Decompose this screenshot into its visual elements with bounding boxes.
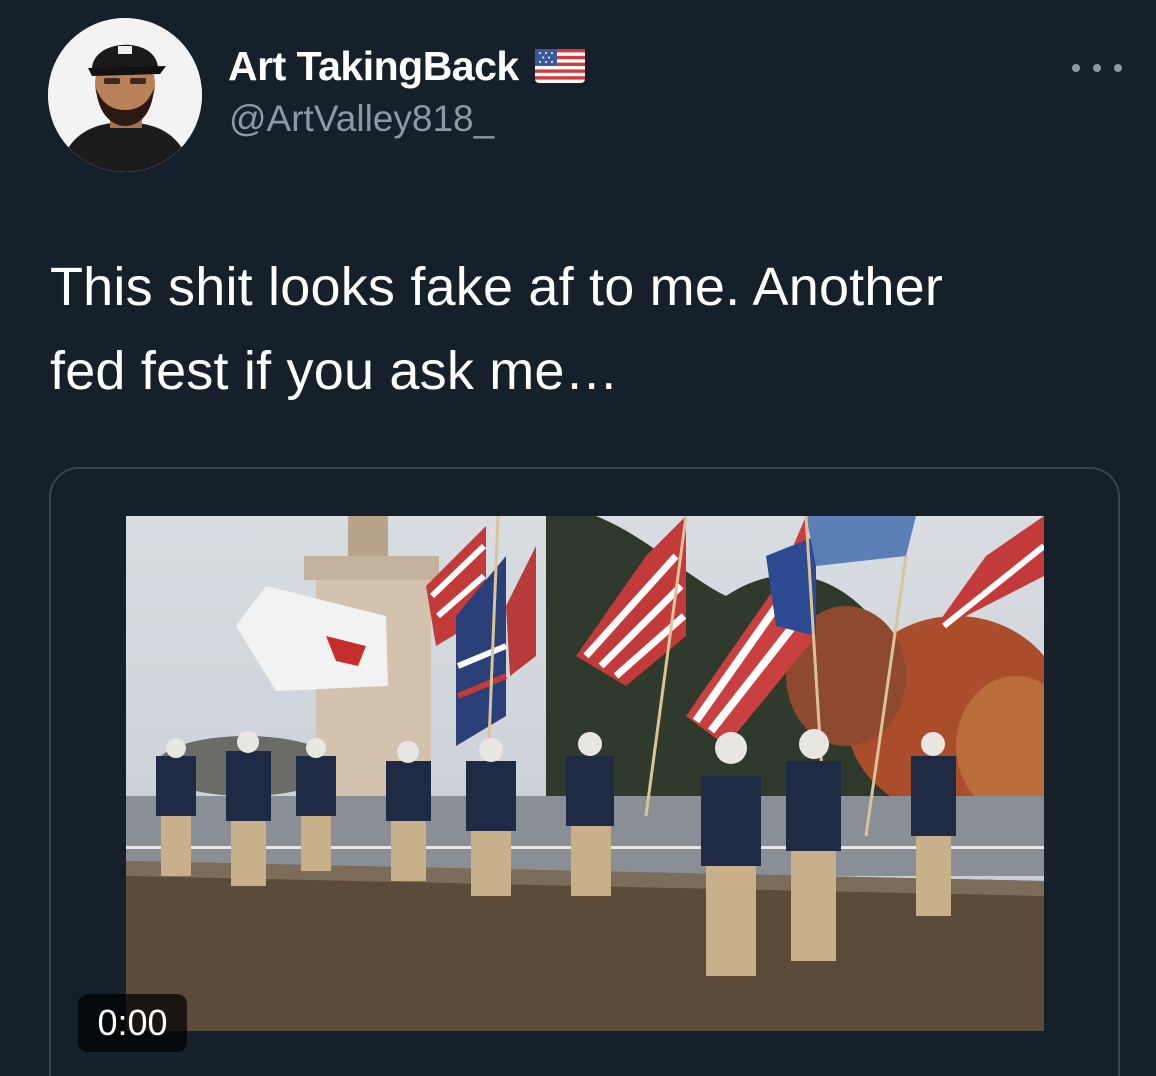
more-horizontal-icon[interactable] (1072, 56, 1122, 80)
tweet-text: This shit looks fake af to me. Another f… (50, 245, 1120, 413)
tweet-text-line-2: fed fest if you ask me… (50, 341, 619, 401)
dot (1114, 64, 1122, 72)
avatar[interactable] (48, 18, 202, 172)
dot (1072, 64, 1080, 72)
us-flag-icon (534, 49, 585, 83)
video-timestamp: 0:00 (78, 994, 187, 1052)
video-thumbnail (126, 516, 1044, 1031)
display-name-row[interactable]: Art TakingBack (228, 40, 585, 92)
video-player[interactable] (126, 516, 1044, 1031)
tweet-text-line-1: This shit looks fake af to me. Another (50, 257, 944, 317)
display-name[interactable]: Art TakingBack (228, 43, 519, 90)
dot (1093, 64, 1101, 72)
tweet[interactable]: Art TakingBack @ArtValley818_ This shit … (0, 0, 1156, 1076)
avatar-illustration (48, 18, 202, 172)
user-handle[interactable]: @ArtValley818_ (229, 98, 494, 140)
